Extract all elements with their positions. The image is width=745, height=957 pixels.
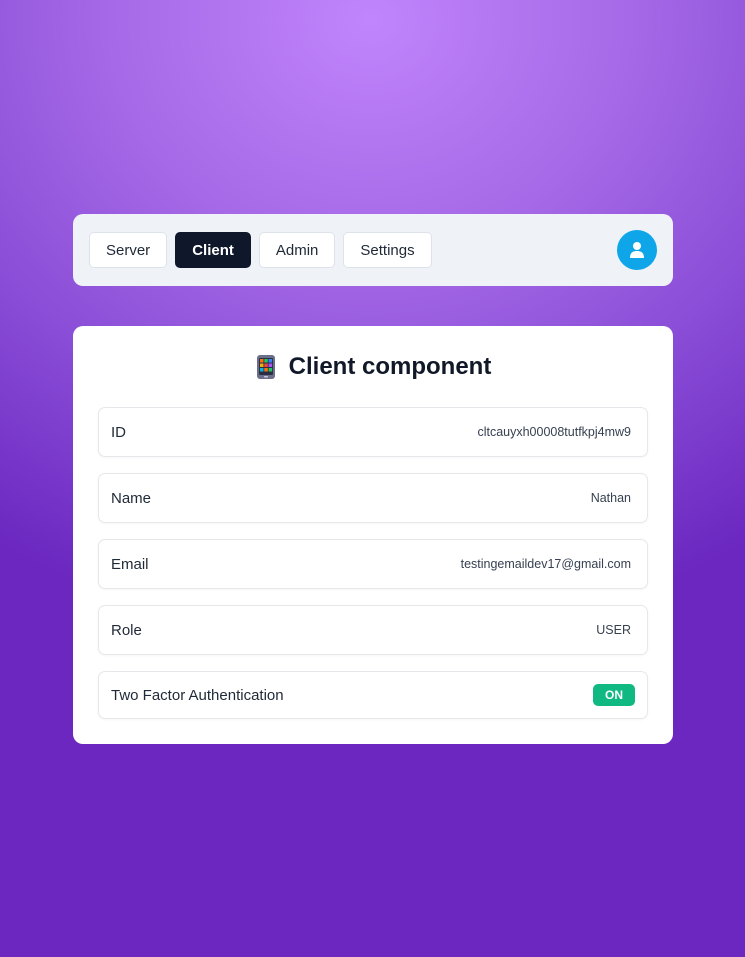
user-avatar-button[interactable] xyxy=(617,230,657,270)
row-label: Email xyxy=(111,555,149,573)
info-row-name: Name Nathan xyxy=(98,473,648,523)
mobile-phone-icon xyxy=(256,355,275,379)
nav-client-button[interactable]: Client xyxy=(175,232,251,268)
two-factor-status-badge: ON xyxy=(593,684,635,706)
row-label: Two Factor Authentication xyxy=(111,686,284,704)
client-component-card: Client component ID cltcauyxh00008tutfkp… xyxy=(73,326,673,744)
card-header: Client component xyxy=(98,350,648,384)
row-value: USER xyxy=(596,623,631,637)
info-row-id: ID cltcauyxh00008tutfkpj4mw9 xyxy=(98,407,648,457)
nav-admin-button[interactable]: Admin xyxy=(258,232,336,268)
info-row-two-factor: Two Factor Authentication ON xyxy=(98,671,648,719)
nav-settings-button[interactable]: Settings xyxy=(343,232,432,268)
info-row-role: Role USER xyxy=(98,605,648,655)
row-label: Role xyxy=(111,621,142,639)
nav-server-button[interactable]: Server xyxy=(89,232,168,268)
card-title: Client component xyxy=(288,353,492,380)
row-value: testingemaildev17@gmail.com xyxy=(460,557,631,571)
row-value: cltcauyxh00008tutfkpj4mw9 xyxy=(477,425,631,439)
row-label: Name xyxy=(111,489,152,507)
top-navbar: Server Client Admin Settings xyxy=(73,214,673,286)
row-label: ID xyxy=(111,423,126,441)
info-row-email: Email testingemaildev17@gmail.com xyxy=(98,539,648,589)
row-value: Nathan xyxy=(590,491,631,505)
user-icon xyxy=(630,242,644,258)
